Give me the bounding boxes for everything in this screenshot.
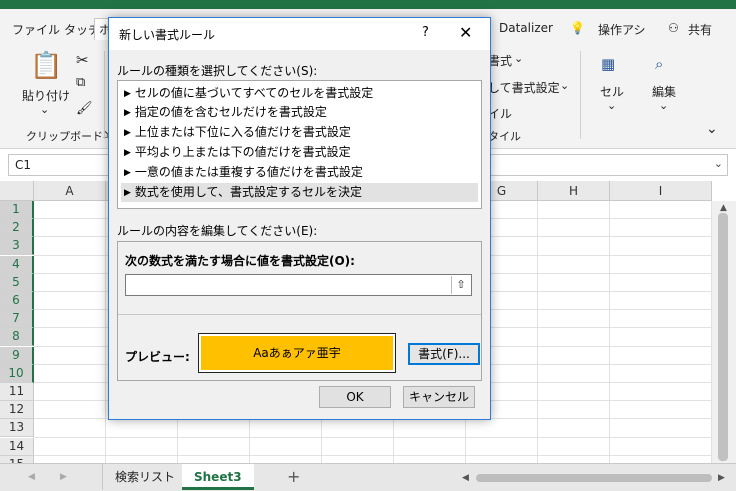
rule-description-panel: 次の数式を満たす場合に値を書式設定(O): ⇧ プレビュー: Aaあぁアァ亜宇 …: [117, 241, 482, 381]
scroll-left-icon[interactable]: ◀: [462, 473, 469, 483]
arrow-right-icon: ▶: [124, 188, 131, 198]
rule-type-item[interactable]: ▶ 上位または下位に入る値だけを書式設定: [124, 123, 476, 142]
clipboard-group-label: クリップボード: [26, 130, 103, 143]
sheet-tab-search-list[interactable]: 検索リスト: [102, 464, 189, 490]
dialog-title: 新しい書式ルール: [119, 28, 216, 42]
rule-type-list[interactable]: ▶ セルの値に基づいてすべてのセルを書式設定 ▶ 指定の値を含むセルだけを書式設定 …: [117, 80, 482, 209]
row-header[interactable]: 2: [0, 219, 34, 238]
row-header[interactable]: 7: [0, 310, 34, 329]
scroll-up-icon[interactable]: ▲: [720, 203, 727, 213]
lightbulb-icon[interactable]: 💡: [570, 21, 585, 35]
tab-file[interactable]: ファイル: [12, 21, 60, 38]
help-icon[interactable]: ?: [422, 25, 429, 40]
arrow-right-icon: ▶: [124, 148, 131, 158]
arrow-right-icon: ▶: [124, 168, 131, 178]
editing-button[interactable]: 編集: [652, 83, 676, 100]
vertical-scrollbar[interactable]: ▲: [712, 201, 736, 463]
rule-type-item[interactable]: ▶ 平均より上または下の値だけを書式設定: [124, 143, 476, 162]
paste-button[interactable]: 貼り付け: [22, 87, 70, 104]
chevron-down-icon: ⌄: [607, 99, 617, 112]
collapse-range-icon[interactable]: ⇧: [451, 276, 470, 294]
paste-dropdown-icon[interactable]: ⌄: [40, 103, 49, 116]
rule-type-item[interactable]: ▶ 指定の値を含むセルだけを書式設定: [124, 103, 476, 122]
gridline: [537, 201, 538, 463]
column-header[interactable]: H: [538, 181, 610, 201]
format-painter-icon[interactable]: 🖌: [76, 101, 93, 116]
row-header[interactable]: 13: [0, 419, 34, 438]
tell-me-search[interactable]: 操作アシ: [598, 21, 646, 38]
format-as-table-button[interactable]: して書式設定: [488, 79, 560, 96]
row-header[interactable]: 12: [0, 401, 34, 420]
rule-type-item[interactable]: ▶ セルの値に基づいてすべてのセルを書式設定: [124, 84, 476, 103]
arrow-right-icon: ▶: [124, 108, 131, 118]
preview-label: プレビュー:: [125, 350, 190, 364]
new-formatting-rule-dialog: 新しい書式ルール ? ✕ ルールの種類を選択してください(S): ▶ セルの値に基…: [108, 17, 491, 420]
horizontal-scroll-thumb[interactable]: [476, 474, 712, 482]
ok-button[interactable]: OK: [319, 386, 391, 408]
row-header[interactable]: 14: [0, 437, 34, 456]
chevron-down-icon: ⌄: [659, 99, 669, 112]
rule-type-item[interactable]: ▶ 一意の値または重複する値だけを書式設定: [124, 163, 476, 182]
prev-sheet-icon[interactable]: ◀: [28, 472, 35, 482]
close-icon[interactable]: ✕: [459, 23, 472, 42]
chevron-down-icon[interactable]: ⌄: [714, 157, 723, 170]
row-header[interactable]: 6: [0, 292, 34, 310]
next-sheet-icon[interactable]: ▶: [60, 472, 67, 482]
cut-icon[interactable]: ✂: [76, 51, 89, 69]
chevron-down-icon: ⌄: [514, 52, 524, 65]
rule-type-label: ルールの種類を選択してください(S):: [117, 64, 318, 78]
excel-title-strip: [0, 0, 736, 9]
row-header[interactable]: 5: [0, 273, 34, 292]
formula-label: 次の数式を満たす場合に値を書式設定(O):: [125, 254, 355, 268]
name-box-value: C1: [15, 158, 32, 172]
search-icon[interactable]: ⌕: [655, 55, 663, 73]
gridline: [609, 201, 610, 463]
row-header[interactable]: 1: [0, 201, 34, 219]
add-sheet-icon[interactable]: +: [287, 467, 300, 486]
format-button[interactable]: 書式(F)...: [408, 343, 480, 365]
rule-type-item-selected[interactable]: ▶ 数式を使用して、書式設定するセルを決定: [121, 183, 478, 202]
cells-icon[interactable]: ▦: [601, 55, 615, 73]
preview-box: Aaあぁアァ亜宇: [198, 333, 396, 373]
user-icon[interactable]: ⚇: [668, 21, 679, 35]
cells-button[interactable]: セル: [600, 83, 624, 100]
row-header[interactable]: 15: [0, 455, 34, 463]
column-header[interactable]: I: [610, 181, 712, 201]
row-header[interactable]: 8: [0, 328, 34, 347]
divider: [118, 314, 481, 315]
cancel-button[interactable]: キャンセル: [403, 386, 475, 408]
tab-datalizer[interactable]: Datalizer: [499, 21, 553, 35]
formula-input[interactable]: [125, 274, 472, 296]
sheet-tab-sheet3[interactable]: Sheet3: [182, 464, 254, 490]
gridline: [34, 436, 712, 438]
dialog-titlebar[interactable]: 新しい書式ルール ? ✕: [109, 18, 490, 50]
row-header[interactable]: 11: [0, 383, 34, 401]
edit-rule-label: ルールの内容を編集してください(E):: [117, 224, 318, 238]
styles-group-label: タイル: [488, 130, 521, 143]
preview-sample: Aaあぁアァ亜宇: [201, 336, 393, 370]
row-header[interactable]: 3: [0, 237, 34, 256]
collapse-ribbon-icon[interactable]: ⌄: [706, 121, 718, 137]
clipboard-icon[interactable]: 📋: [30, 51, 62, 81]
arrow-right-icon: ▶: [124, 128, 131, 138]
column-header[interactable]: A: [34, 181, 106, 201]
gridline: [105, 201, 106, 463]
share-button[interactable]: 共有: [688, 21, 712, 38]
sheet-tab-bar: ◀ ▶ 検索リスト Sheet3 + ◀ ▶: [0, 463, 736, 491]
select-all-corner[interactable]: [0, 181, 34, 201]
vertical-scroll-thumb[interactable]: [718, 213, 728, 461]
conditional-format-button[interactable]: 書式: [488, 52, 512, 69]
gridline: [34, 454, 712, 456]
row-header[interactable]: 10: [0, 364, 34, 383]
horizontal-scrollbar[interactable]: ◀ ▶: [460, 472, 730, 484]
chevron-down-icon: ⌄: [560, 79, 570, 92]
arrow-right-icon: ▶: [124, 89, 131, 99]
copy-icon[interactable]: ⧉: [76, 75, 85, 90]
scroll-right-icon[interactable]: ▶: [718, 473, 725, 483]
row-header[interactable]: 4: [0, 255, 34, 274]
cell-styles-button[interactable]: イル: [488, 105, 512, 122]
row-header[interactable]: 9: [0, 346, 34, 365]
